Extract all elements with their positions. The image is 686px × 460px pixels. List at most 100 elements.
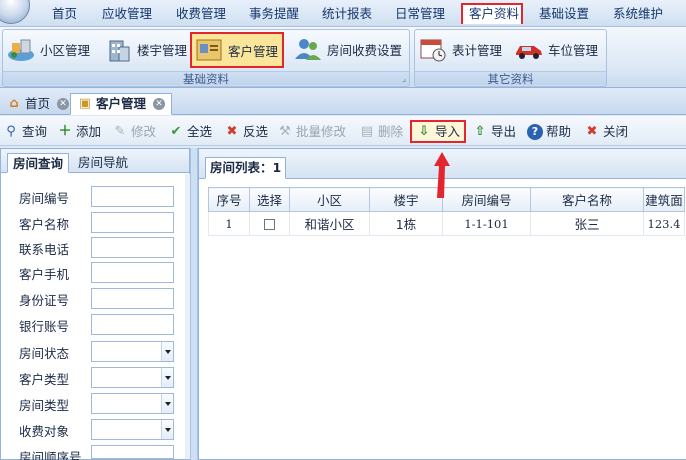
menu-system[interactable]: 系统维护 xyxy=(607,3,669,24)
toolbar: ⚲ 查询 ＋ 添加 ✎ 修改 ✔ 全选 ✖ 反选 ⚒ 批量修改 ▤ 删除 ⇩ 导入 ⇧ 导出 ? 帮… xyxy=(0,116,686,146)
area-cell: 123.4 xyxy=(643,211,685,236)
ribbon-button-label: 楼宇管理 xyxy=(137,42,188,58)
menu-reports[interactable]: 统计报表 xyxy=(316,3,378,24)
room-number-input[interactable] xyxy=(91,186,174,207)
room-order-select[interactable] xyxy=(91,445,174,459)
charge-target-select[interactable] xyxy=(91,419,174,440)
mobile-input[interactable] xyxy=(91,262,174,283)
tab-home[interactable]: ⌂ 首页 ✕ xyxy=(0,93,75,115)
menu-bar: 首页 应收管理 收费管理 事务提醒 统计报表 日常管理 客户资料 基础设置 系统… xyxy=(0,0,686,27)
batch-icon: ⚒ xyxy=(279,123,291,139)
query-button[interactable]: ⚲ 查询 xyxy=(3,122,47,141)
tab-customer-management[interactable]: ▣ 客户管理 ✕ xyxy=(70,93,173,115)
table-row[interactable]: 1 和谐小区 1栋 1-1-101 张三 123.4 xyxy=(208,211,685,236)
customer-type-select[interactable] xyxy=(91,367,174,388)
menu-receivables[interactable]: 应收管理 xyxy=(96,3,158,24)
room-status-select[interactable] xyxy=(91,341,174,362)
import-icon: ⇩ xyxy=(418,123,430,139)
row-checkbox[interactable] xyxy=(264,219,275,230)
building-cell: 1栋 xyxy=(369,211,443,236)
chevron-down-icon[interactable] xyxy=(161,342,173,361)
chevron-down-icon[interactable] xyxy=(161,394,173,413)
community-cell: 和谐小区 xyxy=(289,211,370,236)
field-label: 客户类型 xyxy=(19,372,70,387)
meter-management-button[interactable]: 表计管理 xyxy=(418,32,502,66)
search-icon: ⚲ xyxy=(6,123,16,139)
toolbar-label: 修改 xyxy=(131,124,157,139)
ribbon-button-label: 车位管理 xyxy=(548,42,599,58)
customer-card-icon xyxy=(194,36,224,64)
field-label: 房间编号 xyxy=(19,191,70,206)
import-button[interactable]: ⇩ 导入 xyxy=(410,120,467,143)
ribbon-button-label: 房间收费设置 xyxy=(327,42,403,58)
calendar-clock-icon xyxy=(418,35,448,63)
ribbon-button-label: 小区管理 xyxy=(40,42,91,58)
ribbon-button-label: 客户管理 xyxy=(228,43,279,59)
menu-fees[interactable]: 收费管理 xyxy=(170,3,232,24)
tab-room-query[interactable]: 房间查询 xyxy=(7,153,70,173)
toolbar-label: 关闭 xyxy=(603,124,629,139)
toolbar-label: 查询 xyxy=(22,124,48,139)
panel-splitter[interactable] xyxy=(190,148,198,460)
customer-name-cell: 张三 xyxy=(530,211,644,236)
bank-account-input[interactable] xyxy=(91,314,174,335)
toolbar-label: 帮助 xyxy=(546,124,572,139)
ribbon-button-label: 表计管理 xyxy=(452,42,503,58)
batch-edit-button[interactable]: ⚒ 批量修改 xyxy=(277,122,346,141)
community-management-button[interactable]: 小区管理 xyxy=(6,32,90,66)
close-icon[interactable]: ✕ xyxy=(57,98,70,110)
x-icon: ✖ xyxy=(226,123,238,139)
add-button[interactable]: ＋ 添加 xyxy=(57,122,101,141)
building-icon xyxy=(103,35,133,63)
menu-reminders[interactable]: 事务提醒 xyxy=(243,3,305,24)
export-button[interactable]: ⇧ 导出 xyxy=(472,122,516,141)
ribbon-group-label: 其它资料 xyxy=(415,71,606,86)
tab-room-navigation[interactable]: 房间导航 xyxy=(73,153,133,173)
group-expand-icon[interactable]: ⌟ xyxy=(402,74,406,83)
invert-selection-button[interactable]: ✖ 反选 xyxy=(224,122,268,141)
field-label: 银行账号 xyxy=(19,319,70,334)
delete-icon: ▤ xyxy=(360,123,374,139)
menu-daily[interactable]: 日常管理 xyxy=(389,3,451,24)
column-header[interactable]: 序号 xyxy=(208,187,250,212)
field-label: 联系电话 xyxy=(19,242,70,257)
export-icon: ⇧ xyxy=(474,123,486,139)
menu-basic-settings[interactable]: 基础设置 xyxy=(533,3,595,24)
field-label: 房间类型 xyxy=(19,398,70,413)
app-orb-icon[interactable] xyxy=(0,0,30,24)
menu-home[interactable]: 首页 xyxy=(46,3,83,24)
room-fee-settings-button[interactable]: 房间收费设置 xyxy=(293,32,402,66)
select-cell xyxy=(249,211,290,236)
column-header[interactable]: 房间编号 xyxy=(442,187,531,212)
customer-name-input[interactable] xyxy=(91,212,174,233)
room-type-select[interactable] xyxy=(91,393,174,414)
help-button[interactable]: ? 帮助 xyxy=(527,122,571,141)
id-number-input[interactable] xyxy=(91,288,174,309)
toolbar-label: 导出 xyxy=(491,124,517,139)
chevron-down-icon[interactable] xyxy=(161,420,173,439)
field-label: 客户名称 xyxy=(19,217,70,232)
customer-management-button[interactable]: 客户管理 xyxy=(190,32,285,68)
car-icon xyxy=(514,35,544,63)
document-tab-strip: ⌂ 首页 ✕ ▣ 客户管理 ✕ xyxy=(0,89,686,115)
menu-customer-data[interactable]: 客户资料 xyxy=(461,3,523,24)
parking-management-button[interactable]: 车位管理 xyxy=(514,32,598,66)
tab-room-list[interactable]: 房间列表：1 xyxy=(205,157,287,179)
ribbon-group-label: 基础资料 xyxy=(3,71,409,86)
community-icon xyxy=(6,35,36,63)
phone-input[interactable] xyxy=(91,237,174,258)
column-header[interactable]: 建筑面 xyxy=(643,187,685,212)
chevron-down-icon[interactable] xyxy=(161,368,173,387)
close-button[interactable]: ✖ 关闭 xyxy=(584,122,628,141)
building-management-button[interactable]: 楼宇管理 xyxy=(103,32,187,66)
edit-button[interactable]: ✎ 修改 xyxy=(112,122,156,141)
column-header[interactable]: 小区 xyxy=(289,187,370,212)
delete-button[interactable]: ▤ 删除 xyxy=(359,122,403,141)
column-header[interactable]: 选择 xyxy=(249,187,290,212)
toolbar-label: 添加 xyxy=(76,124,102,139)
column-header[interactable]: 客户名称 xyxy=(530,187,644,212)
row-number: 1 xyxy=(208,211,250,236)
select-all-button[interactable]: ✔ 全选 xyxy=(168,122,212,141)
close-icon[interactable]: ✕ xyxy=(153,98,166,110)
room-query-panel: 房间查询 房间导航 房间编号 客户名称 联系电话 客户手机 身份证号 银行账号 … xyxy=(0,148,190,460)
